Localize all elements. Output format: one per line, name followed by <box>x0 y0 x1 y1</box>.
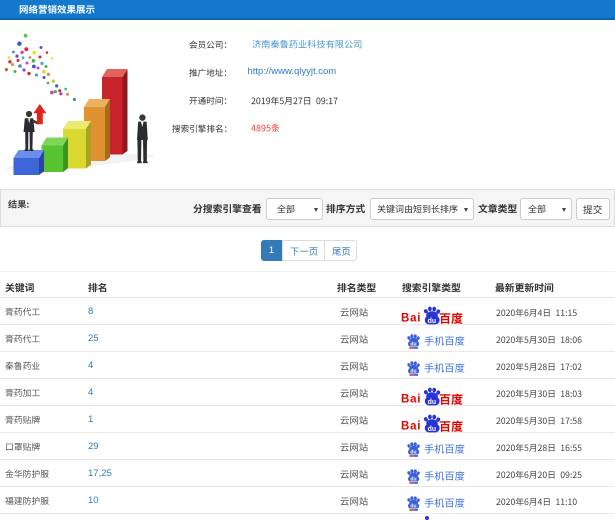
svg-text:du: du <box>410 503 416 509</box>
svg-text:du: du <box>410 476 416 482</box>
svg-text:du: du <box>410 368 416 374</box>
svg-text:du: du <box>427 399 436 406</box>
svg-text:du: du <box>410 449 416 455</box>
svg-text:Bai: Bai <box>401 420 421 432</box>
svg-text:du: du <box>427 318 436 325</box>
svg-text:du: du <box>427 426 436 433</box>
svg-text:Bai: Bai <box>401 393 421 405</box>
svg-text:Bai: Bai <box>401 312 421 324</box>
svg-text:du: du <box>410 341 416 347</box>
